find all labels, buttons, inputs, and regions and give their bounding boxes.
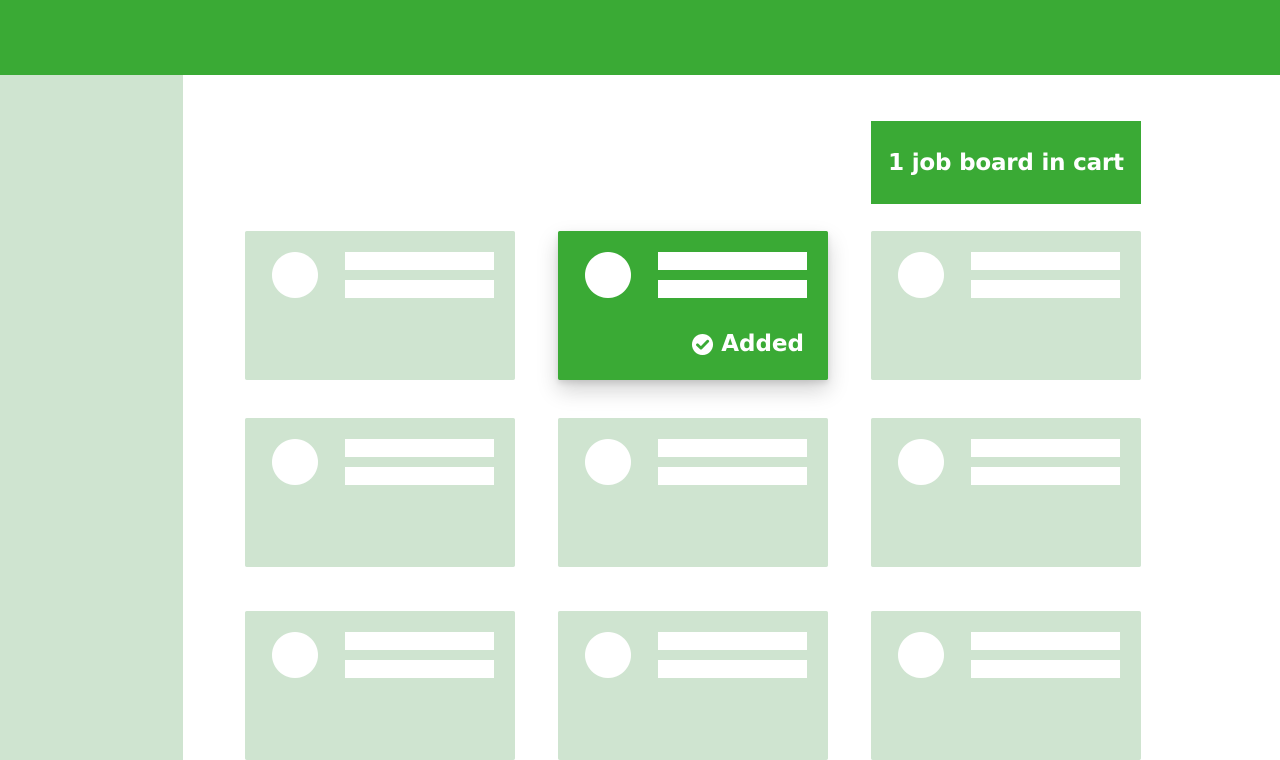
job-board-card[interactable]	[871, 418, 1141, 567]
cart-status-button[interactable]: 1 job board in cart	[871, 121, 1141, 204]
job-board-logo-placeholder	[585, 252, 631, 298]
job-board-card[interactable]	[871, 231, 1141, 380]
job-board-logo-placeholder	[585, 439, 631, 485]
job-board-card[interactable]	[871, 611, 1141, 760]
job-board-title-placeholder	[658, 252, 807, 270]
job-board-card[interactable]	[245, 418, 515, 567]
added-status: Added	[691, 331, 804, 357]
job-board-card[interactable]	[558, 611, 828, 760]
job-board-title-placeholder	[345, 439, 494, 457]
job-board-logo-placeholder	[272, 632, 318, 678]
job-board-subtitle-placeholder	[971, 280, 1120, 298]
top-header-bar	[0, 0, 1280, 75]
job-board-title-placeholder	[658, 632, 807, 650]
job-board-logo-placeholder	[585, 632, 631, 678]
job-board-subtitle-placeholder	[658, 280, 807, 298]
job-board-subtitle-placeholder	[345, 660, 494, 678]
job-board-logo-placeholder	[898, 632, 944, 678]
job-board-title-placeholder	[345, 632, 494, 650]
job-board-subtitle-placeholder	[971, 467, 1120, 485]
job-board-title-placeholder	[658, 439, 807, 457]
job-board-logo-placeholder	[272, 252, 318, 298]
job-board-card[interactable]	[558, 418, 828, 567]
job-board-logo-placeholder	[898, 439, 944, 485]
sidebar	[0, 75, 183, 760]
job-board-title-placeholder	[971, 252, 1120, 270]
added-status-label: Added	[721, 331, 804, 357]
job-board-subtitle-placeholder	[658, 467, 807, 485]
job-board-title-placeholder	[345, 252, 494, 270]
job-board-card[interactable]	[245, 231, 515, 380]
job-board-card[interactable]	[245, 611, 515, 760]
job-board-title-placeholder	[971, 439, 1120, 457]
job-board-subtitle-placeholder	[971, 660, 1120, 678]
job-board-title-placeholder	[971, 632, 1120, 650]
job-board-subtitle-placeholder	[345, 280, 494, 298]
app-window: 1 job board in cart Added	[0, 0, 1280, 760]
job-board-subtitle-placeholder	[345, 467, 494, 485]
job-board-card-selected[interactable]: Added	[558, 231, 828, 380]
cart-status-label: 1 job board in cart	[888, 149, 1124, 176]
job-board-subtitle-placeholder	[658, 660, 807, 678]
job-board-logo-placeholder	[898, 252, 944, 298]
check-circle-icon	[691, 333, 714, 356]
job-board-logo-placeholder	[272, 439, 318, 485]
